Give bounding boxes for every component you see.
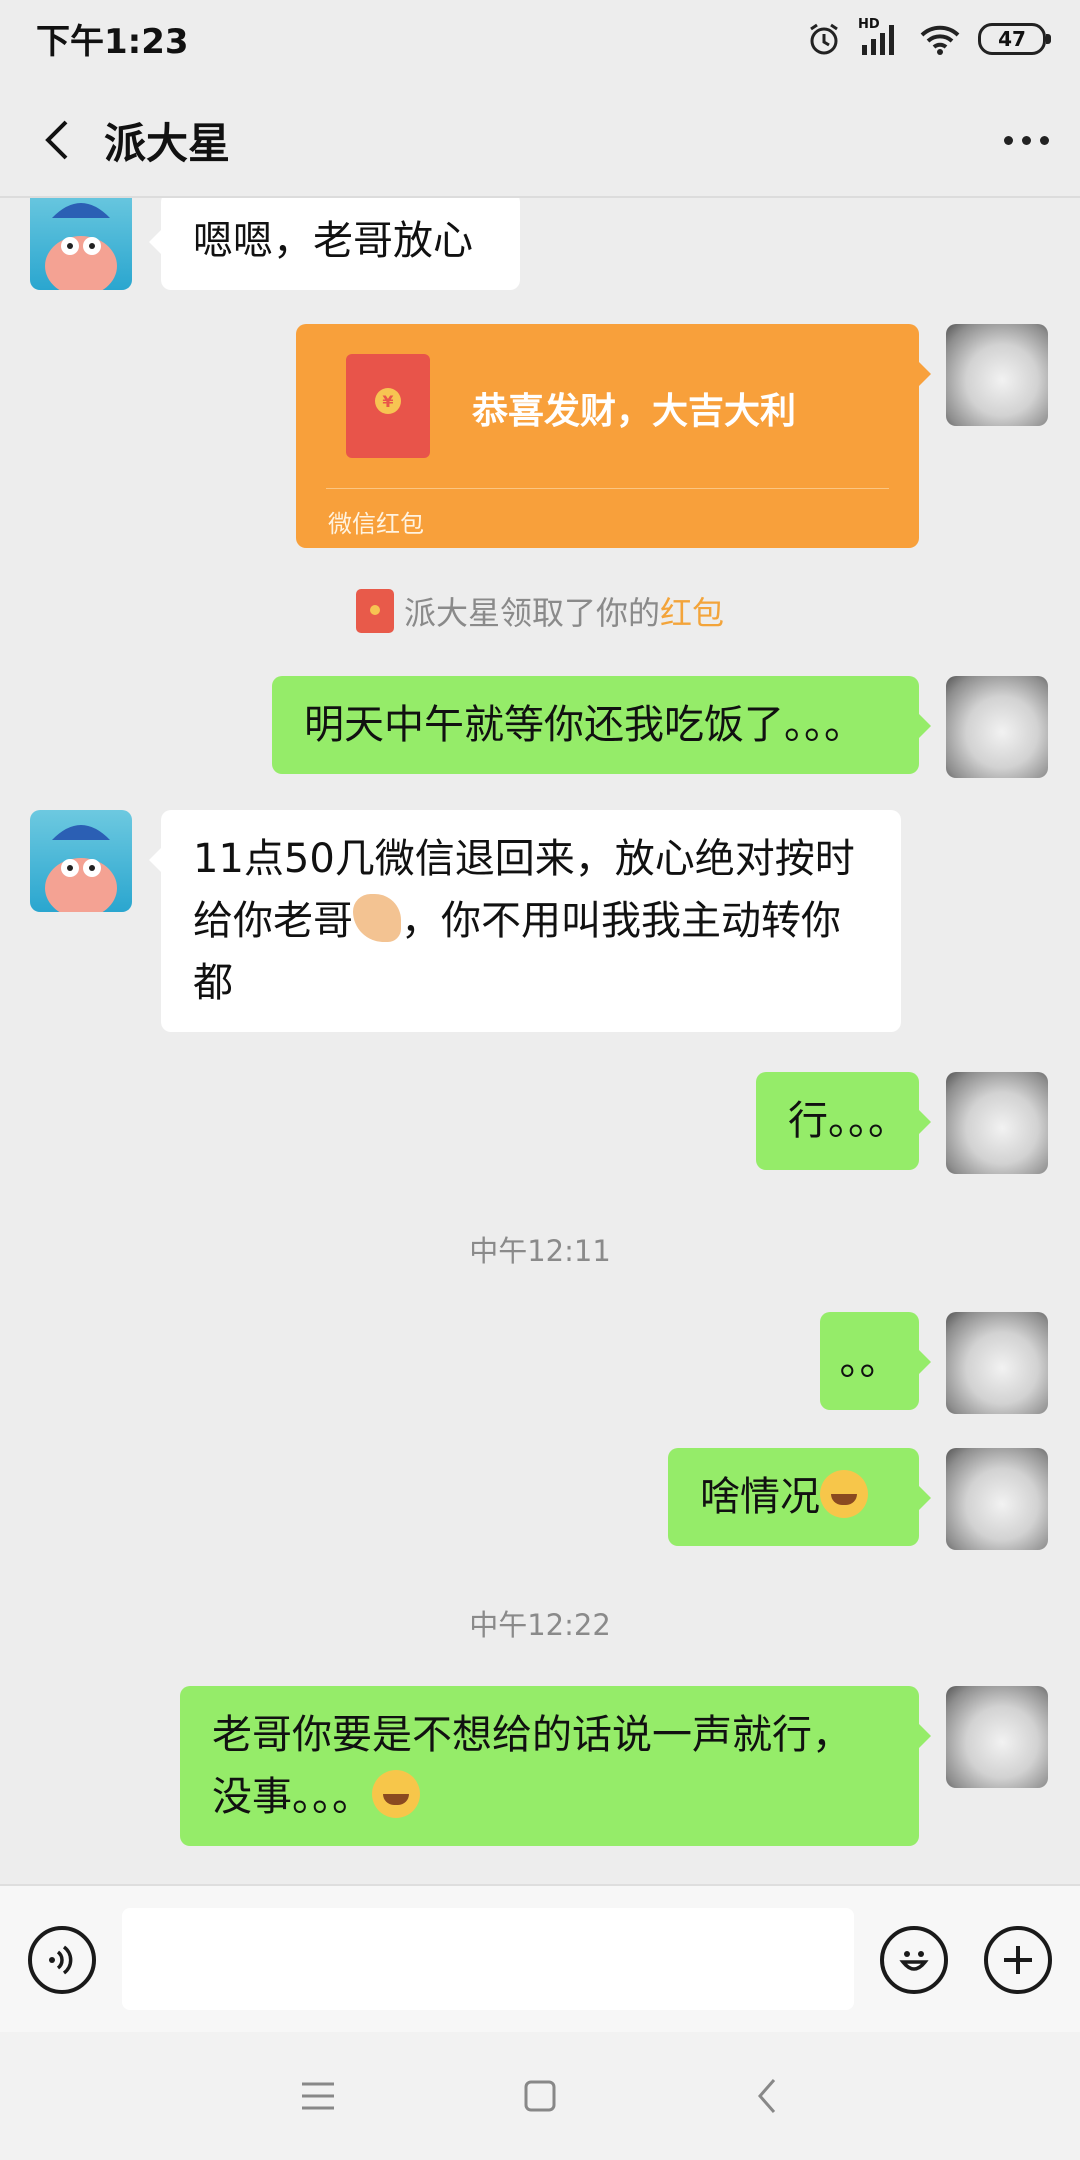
message-text: 老哥你要是不想给的话说一声就行，没事。。。 xyxy=(212,1712,852,1820)
chat-header: 派大星 xyxy=(0,80,1080,198)
red-packet-footer: 微信红包 xyxy=(328,510,424,538)
message-bubble[interactable]: 啥情况 xyxy=(668,1448,931,1546)
message-bubble[interactable]: 嗯嗯，老哥放心 xyxy=(149,198,520,290)
red-envelope-icon: ¥ xyxy=(346,354,430,458)
message-text: 啥情况 xyxy=(700,1474,820,1520)
timestamp: 中午12:11 xyxy=(469,1234,611,1268)
facepalm-emoji-icon xyxy=(820,1470,868,1518)
hd-label: HD xyxy=(858,17,880,32)
system-nav-bar xyxy=(0,2032,1080,2160)
input-bar xyxy=(0,1884,1080,2032)
notice-text: 派大星领取了你的红包 xyxy=(404,588,724,634)
status-icons: HD 47 xyxy=(806,14,1051,64)
chat-title: 派大星 xyxy=(104,119,231,168)
menu-icon[interactable] xyxy=(298,2076,338,2116)
back-nav-icon[interactable] xyxy=(748,2076,788,2116)
contact-avatar[interactable] xyxy=(30,198,132,290)
voice-icon[interactable] xyxy=(28,1926,96,1994)
message-bubble[interactable]: 明天中午就等你还我吃饭了。。。 xyxy=(272,676,931,774)
home-icon[interactable] xyxy=(520,2076,560,2116)
ok-hand-emoji-icon xyxy=(353,894,401,942)
message-bubble[interactable]: 老哥你要是不想给的话说一声就行，没事。。。 xyxy=(180,1686,931,1846)
divider xyxy=(326,488,889,489)
more-dots-icon[interactable] xyxy=(996,110,1056,170)
my-avatar[interactable] xyxy=(946,1686,1048,1788)
my-avatar[interactable] xyxy=(946,324,1048,426)
facepalm-emoji-icon xyxy=(372,1770,420,1818)
my-avatar[interactable] xyxy=(946,1448,1048,1550)
message-list[interactable]: 嗯嗯，老哥放心 ¥ 恭喜发财，大吉大利 微信红包 派大星领取了你的红包 明天中午… xyxy=(0,198,1080,1884)
wifi-icon xyxy=(920,25,960,55)
alarm-icon xyxy=(810,23,838,55)
system-notice: 派大星领取了你的红包 xyxy=(0,588,1080,634)
chevron-left-icon[interactable] xyxy=(30,110,90,170)
message-bubble[interactable]: 行。。。 xyxy=(756,1072,931,1170)
coin-icon: ¥ xyxy=(375,388,401,414)
status-bar: 下午1:23 HD 47 xyxy=(0,0,1080,80)
contact-avatar[interactable] xyxy=(30,810,132,912)
red-packet-greeting: 恭喜发财，大吉大利 xyxy=(472,391,797,432)
message-bubble[interactable]: 11点50几微信退回来，放心绝对按时给你老哥 ，你不用叫我我主动转你都 xyxy=(149,810,901,1032)
my-avatar[interactable] xyxy=(946,1072,1048,1174)
status-time: 下午1:23 xyxy=(36,22,189,62)
timestamp: 中午12:22 xyxy=(469,1608,611,1642)
battery-indicator: 47 xyxy=(978,23,1051,55)
message-bubble[interactable]: 。。 xyxy=(820,1312,931,1410)
red-packet-card[interactable]: ¥ 恭喜发财，大吉大利 微信红包 xyxy=(296,324,931,548)
plus-icon[interactable] xyxy=(984,1926,1052,1994)
notice-prefix: 派大星领取了你的 xyxy=(403,594,660,632)
notice-link[interactable]: 红包 xyxy=(660,594,724,632)
message-input[interactable] xyxy=(122,1908,854,2010)
my-avatar[interactable] xyxy=(946,1312,1048,1414)
my-avatar[interactable] xyxy=(946,676,1048,778)
red-envelope-icon xyxy=(355,589,394,633)
signal-icon: HD xyxy=(858,17,902,57)
emoji-icon[interactable] xyxy=(880,1926,948,1994)
